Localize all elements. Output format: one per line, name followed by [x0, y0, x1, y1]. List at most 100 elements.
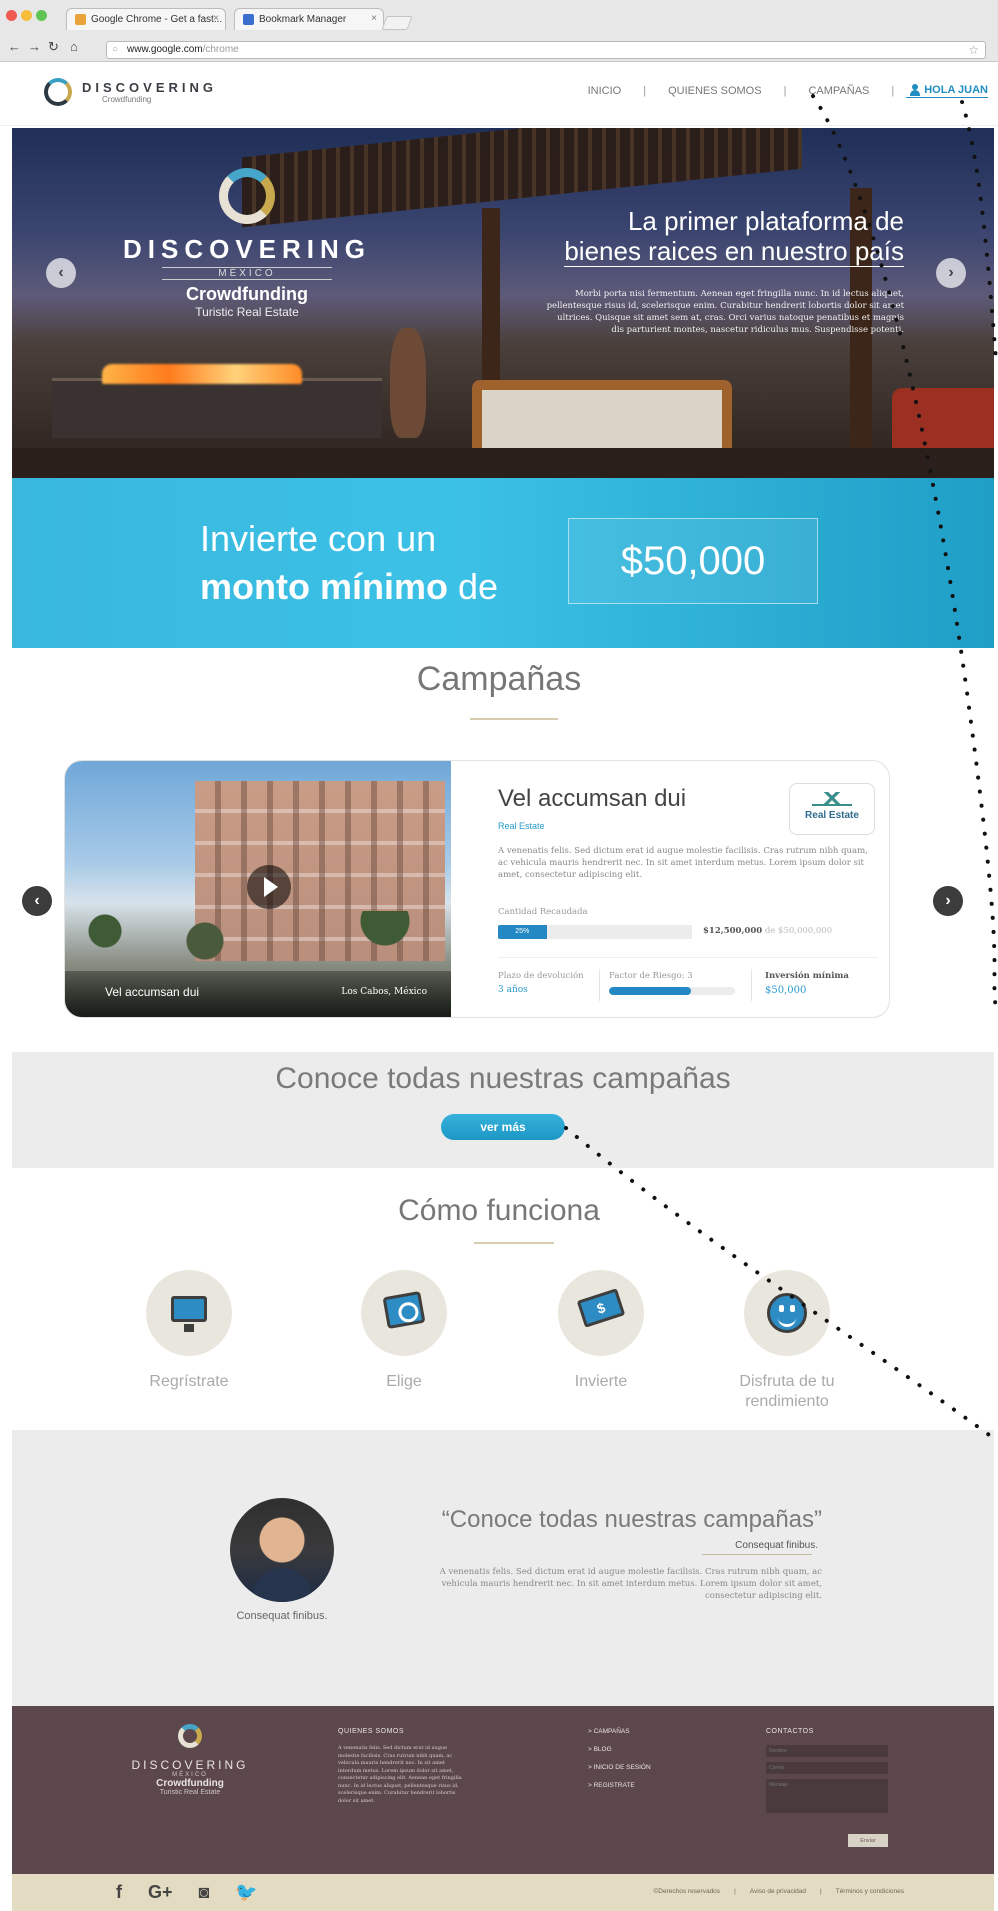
bookmark-star-icon[interactable]: ☆: [968, 43, 979, 57]
raised-goal: de $50,000,000: [762, 926, 833, 936]
ver-mas-button[interactable]: ver más: [441, 1114, 565, 1140]
campaigns-title: Campañas: [416, 660, 582, 698]
campaigns-title-rule: [470, 718, 558, 720]
play-icon[interactable]: [247, 865, 291, 909]
all-campaigns-band: Conoce todas nuestras campañas ver más: [12, 1052, 994, 1168]
contact-form: CONTACTOS: [766, 1728, 888, 1813]
logo-title: DISCOVERING: [82, 80, 218, 95]
browser-tab-label: Bookmark Manager: [259, 14, 347, 25]
browser-tab[interactable]: Bookmark Manager ×: [234, 8, 384, 30]
chrome-icon: [75, 14, 86, 25]
hero-prev-button[interactable]: ‹: [46, 258, 76, 288]
instagram-icon[interactable]: ◙: [199, 1882, 210, 1903]
url-host: www.google.com: [127, 44, 203, 55]
campaign-photo-palms: [85, 911, 425, 971]
step-circle: $: [558, 1270, 644, 1356]
raised-progress-bar: 25%: [498, 925, 692, 939]
invest-line1: Invierte con un: [200, 518, 437, 559]
facebook-icon[interactable]: f: [116, 1882, 122, 1903]
social-links: f G+ ◙ 🐦: [116, 1882, 258, 1903]
campaign-description: A venenatis felis. Sed dictum erat id au…: [498, 846, 868, 880]
hero-brand: DISCOVERING MÉXICO Crowdfunding Turistic…: [122, 168, 372, 319]
footer-link-blog[interactable]: > BLOG: [588, 1746, 651, 1753]
minimize-window-icon[interactable]: [21, 10, 32, 21]
min-investment-label: Inversión mínima: [765, 971, 849, 981]
how-title-rule: [474, 1242, 554, 1244]
menu-item-campanas[interactable]: CAMPAÑAS: [786, 85, 891, 97]
step-enjoy: Disfruta de tu rendimiento: [712, 1270, 862, 1412]
campaign-prev-button[interactable]: ‹: [22, 886, 52, 916]
back-icon[interactable]: ←: [8, 39, 21, 54]
testimonial-name: Consequat finibus.: [236, 1610, 328, 1622]
hero-brand-title: DISCOVERING: [122, 234, 372, 264]
browser-tab[interactable]: Google Chrome - Get a fast... ×: [66, 8, 226, 30]
menu-item-inicio[interactable]: INICIO: [566, 85, 644, 97]
footer-logo[interactable]: DISCOVERING MÉXICO Crowdfunding Turistic…: [120, 1724, 260, 1796]
menu-item-quienes-somos[interactable]: QUIENES SOMOS: [646, 85, 784, 97]
risk-bar-fill: [609, 987, 691, 995]
browser-tab-label: Google Chrome - Get a fast...: [91, 14, 223, 25]
footer-logo-icon: [178, 1724, 202, 1748]
hero-title-line2: bienes raices en nuestro país: [564, 236, 904, 267]
site-footer: DISCOVERING MÉXICO Crowdfunding Turistic…: [12, 1706, 994, 1874]
google-plus-icon[interactable]: G+: [148, 1882, 173, 1903]
risk-label: Factor de Riesgo: 3: [609, 971, 693, 981]
min-investment-value: $50,000: [765, 985, 807, 996]
contact-send-button[interactable]: Enviar: [848, 1834, 888, 1847]
forward-icon[interactable]: →: [28, 39, 41, 54]
raised-label: Cantidad Recaudada: [498, 907, 588, 917]
hero-brand-tagline: Turistic Real Estate: [195, 305, 299, 319]
close-tab-icon[interactable]: ×: [213, 13, 219, 24]
footer-logo-title: DISCOVERING: [131, 1758, 249, 1772]
logo-subtitle: Crowdfunding: [102, 95, 152, 104]
footer-logo-tagline: Turistic Real Estate: [159, 1789, 221, 1796]
page-info-icon[interactable]: ○: [112, 44, 118, 55]
testimonial-section: Consequat finibus. “Conoce todas nuestra…: [12, 1430, 994, 1706]
campaign-card[interactable]: Vel accumsan dui Los Cabos, México Vel a…: [64, 760, 890, 1018]
home-icon[interactable]: ⌂: [70, 39, 78, 54]
testimonial-author: Consequat finibus.: [735, 1540, 818, 1551]
invest-line2-bold: monto mínimo: [200, 566, 448, 607]
risk-bar: [609, 987, 735, 995]
close-window-icon[interactable]: [6, 10, 17, 21]
reload-icon[interactable]: ↻: [48, 39, 59, 55]
step-circle: [744, 1270, 830, 1356]
hero-next-button[interactable]: ›: [936, 258, 966, 288]
site-logo[interactable]: DISCOVERING Crowdfunding: [44, 78, 217, 106]
campaign-photo[interactable]: Vel accumsan dui Los Cabos, México: [65, 761, 451, 1017]
step-label: Disfruta de tu rendimiento: [739, 1373, 835, 1410]
invest-line2: monto mínimo de: [200, 566, 498, 608]
address-row: ← → ↻ ⌂ ○ www.google.com/chrome ☆: [0, 37, 998, 61]
photo-icon: [382, 1290, 426, 1330]
contact-email-field[interactable]: [766, 1762, 888, 1774]
footer-about: QUIENES SOMOS A venenatis felis. Sed dic…: [338, 1728, 466, 1805]
footer-link-login[interactable]: > INICIO DE SESIÓN: [588, 1764, 651, 1771]
contact-message-field[interactable]: [766, 1779, 888, 1813]
real-estate-badge: Real Estate: [789, 783, 875, 835]
contact-name-field[interactable]: [766, 1745, 888, 1757]
new-tab-button[interactable]: [381, 16, 413, 30]
campaign-title[interactable]: Vel accumsan dui: [498, 785, 686, 813]
twitter-icon[interactable]: 🐦: [235, 1882, 257, 1903]
browser-chrome: Google Chrome - Get a fast... × Bookmark…: [0, 0, 998, 62]
close-tab-icon[interactable]: ×: [371, 13, 377, 24]
footer-link-register[interactable]: > REGISTRATE: [588, 1782, 651, 1789]
hero-brand-line: Crowdfunding: [186, 284, 308, 304]
zoom-window-icon[interactable]: [36, 10, 47, 21]
campaign-photo-caption: Vel accumsan dui: [105, 985, 200, 999]
user-menu[interactable]: HOLA JUAN: [906, 84, 988, 98]
invest-banner: Invierte con un monto mínimo de $50,000: [12, 478, 994, 648]
testimonial-quote: “Conoce todas nuestras campañas”: [441, 1506, 822, 1533]
address-bar[interactable]: ○ www.google.com/chrome ☆: [106, 41, 986, 59]
step-label: Regrístrate: [149, 1373, 229, 1390]
footer-logo-line: Crowdfunding: [156, 1778, 224, 1789]
step-circle: [146, 1270, 232, 1356]
terms-link[interactable]: Términos y condiciones: [836, 1888, 904, 1895]
raised-amount-value: $12,500,000: [703, 926, 763, 936]
hero-logo-icon: [219, 168, 275, 224]
privacy-link[interactable]: Aviso de privacidad: [750, 1888, 806, 1895]
hero-image-firepit: [52, 378, 382, 438]
campaign-next-button[interactable]: ›: [933, 886, 963, 916]
step-register: Regrístrate: [114, 1270, 264, 1392]
footer-link-campanas[interactable]: > CAMPAÑAS: [588, 1728, 651, 1735]
